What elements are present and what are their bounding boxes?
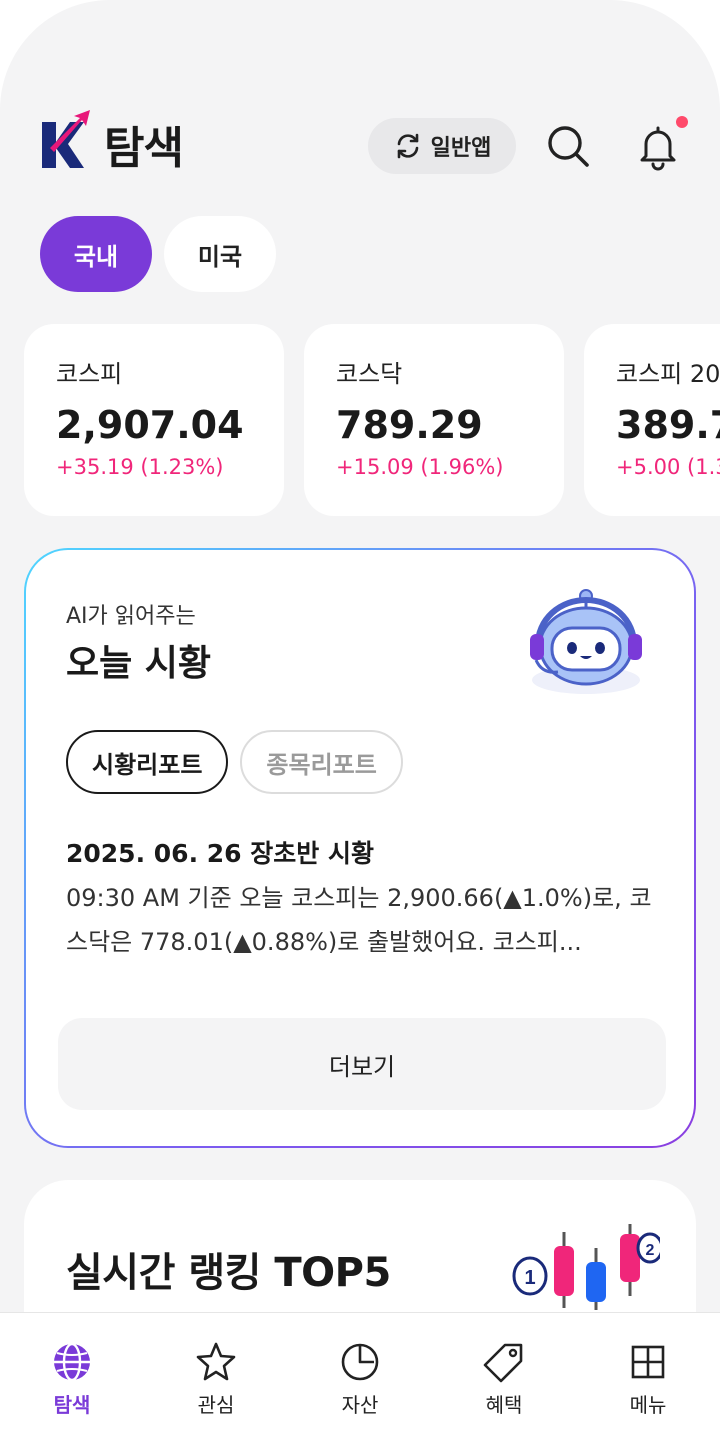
ai-report-subtitle: AI가 읽어주는 xyxy=(66,604,196,629)
app-screen: 탐색 일반앱 국내 미국 코스피 2,907.04 +35.19 (1.23%)… xyxy=(0,0,720,1440)
tab-market-report[interactable]: 시황리포트 xyxy=(66,730,229,794)
svg-text:1: 1 xyxy=(524,1267,535,1289)
index-name: 코스닥 xyxy=(336,360,403,388)
index-change: +5.00 (1.30%) xyxy=(616,455,720,479)
ai-report-card: AI가 읽어주는 오늘 시황 시황리포트 종목리포트 2025. 06. 26 … xyxy=(24,548,696,1148)
page-title: 탐색 xyxy=(104,123,184,174)
nav-label: 메뉴 xyxy=(629,1393,667,1417)
ai-robot-icon xyxy=(530,589,642,694)
header: 탐색 일반앱 xyxy=(40,108,688,188)
report-tabs: 시황리포트 종목리포트 xyxy=(66,730,403,794)
nav-item-watchlist[interactable]: 관심 xyxy=(144,1313,288,1440)
nav-label: 관심 xyxy=(197,1393,235,1417)
nav-label: 혜택 xyxy=(485,1393,523,1417)
nav-item-explore[interactable]: 탐색 xyxy=(0,1313,144,1440)
app-mode-label: 일반앱 xyxy=(430,136,492,161)
k-logo-icon xyxy=(42,110,90,168)
notification-dot xyxy=(676,116,688,128)
notification-button[interactable] xyxy=(632,116,688,172)
index-card-kospi200[interactable]: 코스피 200 389.78 +5.00 (1.30%) xyxy=(584,324,720,516)
tab-domestic[interactable]: 국내 xyxy=(40,216,152,292)
nav-label: 자산 xyxy=(341,1393,379,1417)
nav-label: 탐색 xyxy=(53,1393,91,1417)
index-carousel[interactable]: 코스피 2,907.04 +35.19 (1.23%) 코스닥 789.29 +… xyxy=(24,324,720,516)
report-body: 09:30 AM 기준 오늘 코스피는 2,900.66(▲1.0%)로, 코스… xyxy=(66,884,652,956)
ai-report-card-inner: AI가 읽어주는 오늘 시황 시황리포트 종목리포트 2025. 06. 26 … xyxy=(26,550,694,1146)
index-change: +15.09 (1.96%) xyxy=(336,455,504,479)
ai-report-title: 오늘 시황 xyxy=(66,643,212,684)
candlestick-chart-icon: 1 2 xyxy=(512,1224,660,1310)
ranking-title: 실시간 랭킹 TOP5 xyxy=(66,1250,391,1296)
search-icon[interactable] xyxy=(544,122,592,170)
tab-stock-report[interactable]: 종목리포트 xyxy=(240,730,403,794)
index-name: 코스피 xyxy=(56,360,123,388)
globe-icon xyxy=(54,1342,90,1382)
more-button[interactable]: 더보기 xyxy=(58,1018,666,1110)
switch-icon xyxy=(397,133,418,159)
svg-text:2: 2 xyxy=(646,1242,655,1259)
grid-icon xyxy=(631,1345,665,1379)
app-mode-toggle-button[interactable]: 일반앱 xyxy=(368,118,516,174)
index-value: 389.78 xyxy=(616,403,720,447)
nav-item-assets[interactable]: 자산 xyxy=(288,1313,432,1440)
pie-chart-icon xyxy=(341,1343,379,1381)
nav-item-menu[interactable]: 메뉴 xyxy=(576,1313,720,1440)
bottom-nav: 탐색 관심 자산 혜택 메뉴 xyxy=(0,1312,720,1440)
index-value: 789.29 xyxy=(336,403,483,447)
index-value: 2,907.04 xyxy=(56,403,244,447)
star-icon xyxy=(196,1342,236,1381)
index-change: +35.19 (1.23%) xyxy=(56,455,224,479)
tag-icon xyxy=(483,1343,523,1383)
nav-item-benefits[interactable]: 혜택 xyxy=(432,1313,576,1440)
report-headline: 2025. 06. 26 장초반 시황 xyxy=(66,839,374,868)
index-card-kosdaq[interactable]: 코스닥 789.29 +15.09 (1.96%) xyxy=(304,324,564,516)
index-name: 코스피 200 xyxy=(616,360,720,388)
bell-icon xyxy=(640,126,676,171)
market-tabs: 국내 미국 xyxy=(40,216,276,292)
tab-us[interactable]: 미국 xyxy=(164,216,276,292)
index-card-kospi[interactable]: 코스피 2,907.04 +35.19 (1.23%) xyxy=(24,324,284,516)
